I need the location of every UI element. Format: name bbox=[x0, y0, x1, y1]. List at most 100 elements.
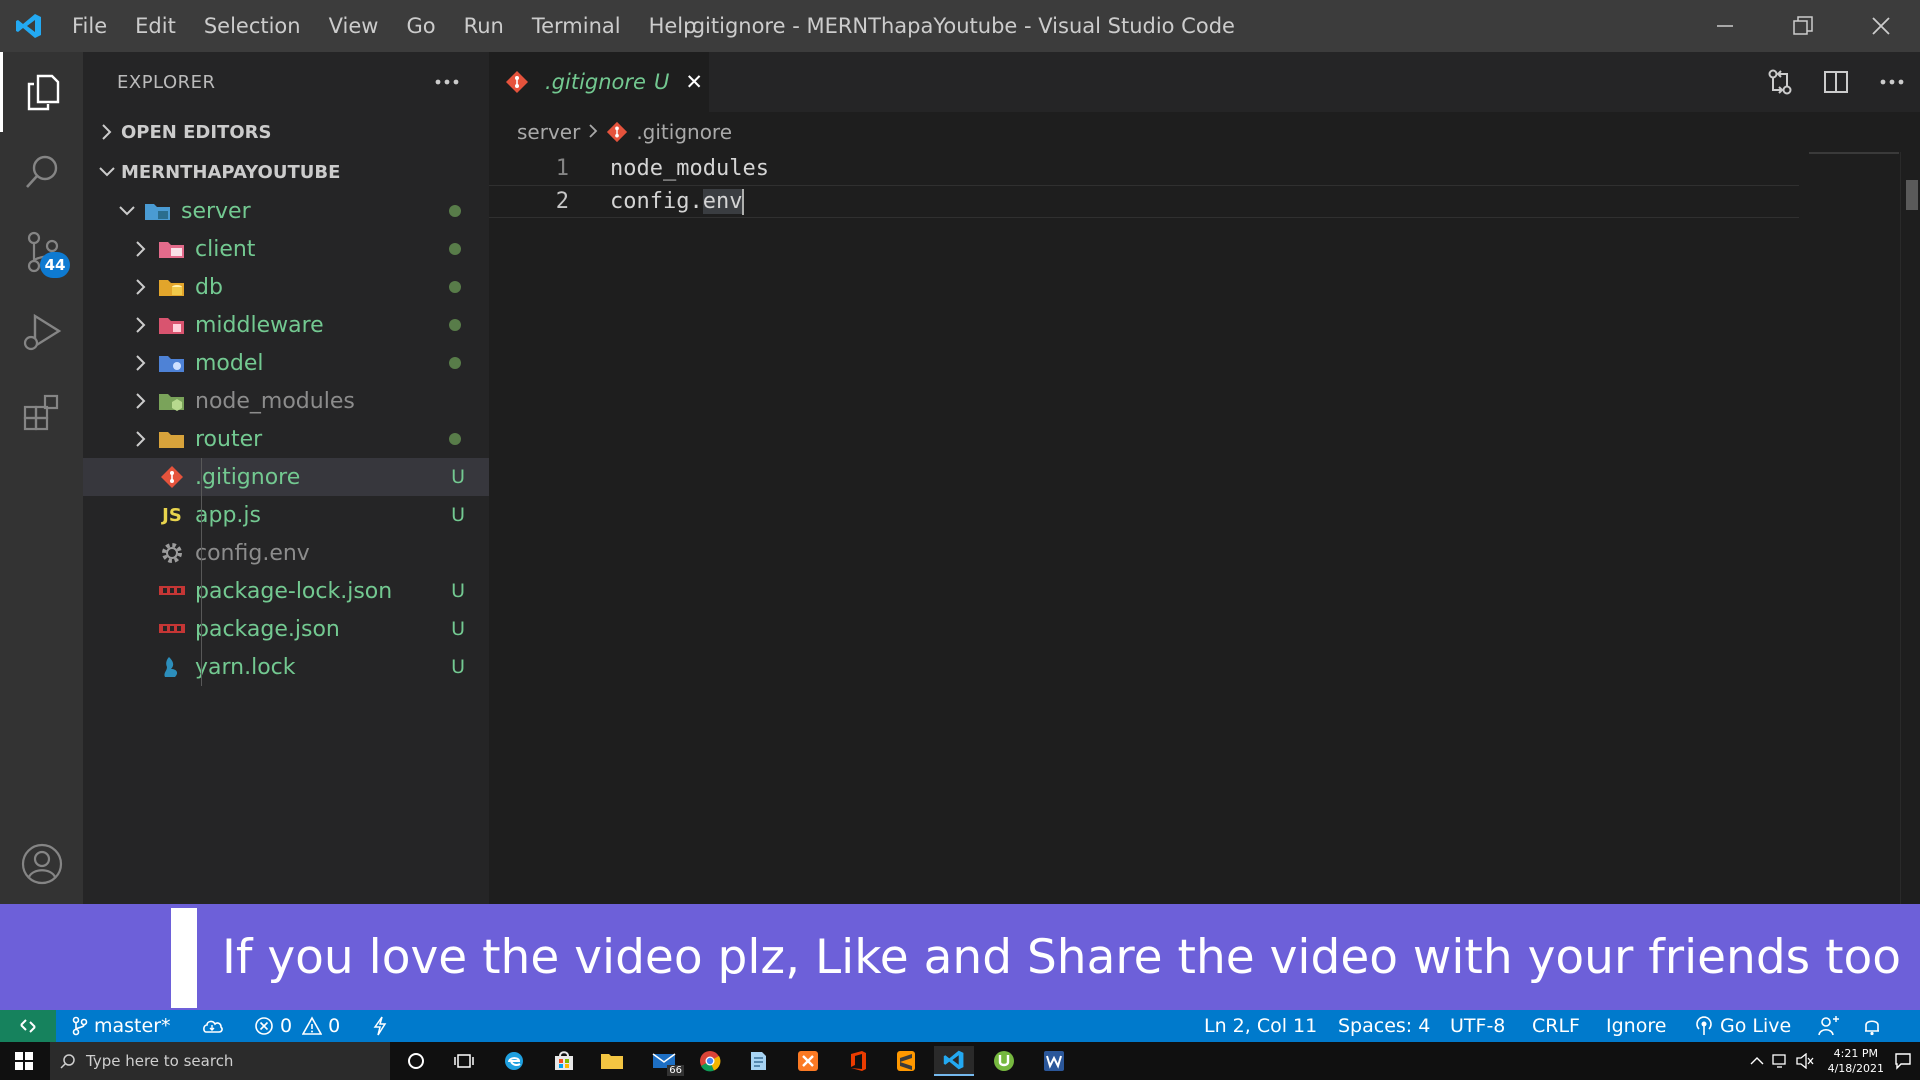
menu-go[interactable]: Go bbox=[392, 0, 449, 52]
tree-item-package-lock[interactable]: package-lock.json U bbox=[83, 572, 489, 610]
tree-item-yarn-lock[interactable]: yarn.lock U bbox=[83, 648, 489, 686]
action-center-icon[interactable] bbox=[1894, 1052, 1912, 1070]
git-file-icon bbox=[161, 466, 183, 488]
menu-help[interactable]: Help bbox=[635, 0, 711, 52]
more-actions-icon[interactable] bbox=[435, 79, 459, 85]
cortana-button[interactable] bbox=[396, 1046, 436, 1076]
taskbar-search-box[interactable]: Type here to search bbox=[50, 1042, 390, 1080]
open-changes-button[interactable] bbox=[1752, 52, 1808, 112]
tree-item-model[interactable]: model bbox=[83, 344, 489, 382]
breadcrumb-item-gitignore[interactable]: .gitignore bbox=[636, 120, 732, 144]
start-button[interactable] bbox=[0, 1042, 48, 1080]
speaker-muted-icon[interactable] bbox=[1795, 1053, 1814, 1069]
vertical-scrollbar[interactable] bbox=[1900, 152, 1920, 904]
language-mode[interactable]: Ignore bbox=[1606, 1010, 1666, 1042]
project-label: MERNTHAPAYOUTUBE bbox=[121, 161, 341, 183]
file-explorer-app[interactable] bbox=[592, 1046, 632, 1076]
run-debug-button[interactable] bbox=[0, 292, 83, 372]
tree-item-package-json[interactable]: package.json U bbox=[83, 610, 489, 648]
tree-item-router[interactable]: router bbox=[83, 420, 489, 458]
tree-item-node-modules[interactable]: node_modules bbox=[83, 382, 489, 420]
source-control-button[interactable]: 44 bbox=[0, 212, 83, 292]
tab-close-button[interactable]: ✕ bbox=[685, 70, 703, 94]
search-button[interactable] bbox=[0, 132, 83, 212]
project-section[interactable]: MERNTHAPAYOUTUBE bbox=[83, 152, 489, 192]
extensions-button[interactable] bbox=[0, 372, 83, 452]
menu-terminal[interactable]: Terminal bbox=[518, 0, 635, 52]
breadcrumb-item-server[interactable]: server bbox=[517, 120, 580, 144]
tree-item-db[interactable]: db bbox=[83, 268, 489, 306]
task-view-button[interactable] bbox=[444, 1046, 484, 1076]
minimize-button[interactable] bbox=[1686, 0, 1764, 52]
menu-selection[interactable]: Selection bbox=[190, 0, 315, 52]
code-line-current: 2 config.env bbox=[489, 185, 1799, 218]
tab-gitignore[interactable]: .gitignore U ✕ bbox=[489, 52, 709, 112]
account-button[interactable] bbox=[0, 824, 83, 904]
clock-date: 4/18/2021 bbox=[1827, 1062, 1884, 1075]
menu-edit[interactable]: Edit bbox=[121, 0, 190, 52]
file-encoding[interactable]: UTF-8 bbox=[1450, 1010, 1505, 1042]
tree-item-label: app.js bbox=[195, 502, 261, 528]
word-app[interactable] bbox=[1034, 1046, 1074, 1076]
split-editor-button[interactable] bbox=[1808, 52, 1864, 112]
menu-view[interactable]: View bbox=[315, 0, 393, 52]
close-window-button[interactable] bbox=[1842, 0, 1920, 52]
vscode-app[interactable] bbox=[934, 1046, 974, 1076]
source-control-badge: 44 bbox=[40, 252, 70, 278]
notifications-button[interactable] bbox=[1862, 1010, 1888, 1042]
remote-button[interactable] bbox=[0, 1010, 56, 1042]
git-status-untracked: U bbox=[451, 466, 465, 488]
breadcrumb: server .gitignore bbox=[489, 112, 1920, 152]
status-bar: master* 0 0 Ln 2, Col 11 Spaces: 4 UTF-8… bbox=[0, 1010, 1920, 1042]
person-feedback-icon bbox=[1818, 1016, 1839, 1036]
tree-item-gitignore[interactable]: .gitignore U bbox=[83, 458, 489, 496]
branch-indicator[interactable]: master* bbox=[72, 1010, 171, 1042]
lightning-icon bbox=[373, 1016, 387, 1036]
folder-icon bbox=[159, 432, 184, 448]
modified-dot bbox=[449, 319, 461, 331]
office-app[interactable] bbox=[838, 1046, 878, 1076]
folder-database-icon bbox=[159, 280, 184, 296]
explorer-button[interactable] bbox=[0, 52, 83, 132]
chevron-right-icon bbox=[589, 124, 598, 138]
cursor-position[interactable]: Ln 2, Col 11 bbox=[1204, 1010, 1317, 1042]
code-editor[interactable]: 1 node_modules 2 config.env bbox=[489, 152, 1920, 904]
mail-app[interactable]: 66 bbox=[644, 1046, 684, 1076]
menu-file[interactable]: File bbox=[58, 0, 121, 52]
end-of-line[interactable]: CRLF bbox=[1532, 1010, 1580, 1042]
chevron-right-icon bbox=[136, 241, 146, 257]
editor-more-actions-button[interactable] bbox=[1864, 52, 1920, 112]
tree-item-client[interactable]: client bbox=[83, 230, 489, 268]
store-app[interactable] bbox=[544, 1046, 584, 1076]
feedback-button[interactable] bbox=[1818, 1010, 1846, 1042]
code-text-selection: env bbox=[702, 188, 743, 214]
network-icon[interactable] bbox=[1771, 1053, 1790, 1069]
tree-item-middleware[interactable]: middleware bbox=[83, 306, 489, 344]
javascript-file-icon: JS bbox=[162, 504, 182, 526]
notepad-app[interactable] bbox=[738, 1046, 778, 1076]
modified-dot bbox=[449, 205, 461, 217]
indentation[interactable]: Spaces: 4 bbox=[1338, 1010, 1430, 1042]
tree-item-server[interactable]: server bbox=[83, 192, 489, 230]
restore-button[interactable] bbox=[1764, 0, 1842, 52]
warning-count: 0 bbox=[328, 1015, 341, 1037]
video-caption-banner: If you love the video plz, Like and Shar… bbox=[0, 904, 1920, 1010]
menu-run[interactable]: Run bbox=[450, 0, 518, 52]
problems-indicator[interactable]: 0 0 bbox=[254, 1010, 340, 1042]
xampp-app[interactable] bbox=[788, 1046, 828, 1076]
live-share-button[interactable] bbox=[372, 1010, 394, 1042]
tree-item-label: config.env bbox=[195, 540, 310, 566]
scrollbar-thumb[interactable] bbox=[1906, 180, 1918, 210]
open-editors-section[interactable]: OPEN EDITORS bbox=[83, 112, 489, 152]
line-number: 2 bbox=[555, 189, 569, 214]
go-live-button[interactable]: Go Live bbox=[1694, 1010, 1791, 1042]
tree-item-config-env[interactable]: config.env bbox=[83, 534, 489, 572]
tray-chevron-up-icon[interactable] bbox=[1750, 1056, 1764, 1066]
taskbar-clock[interactable]: 4:21 PM 4/18/2021 bbox=[1828, 1046, 1884, 1076]
chrome-app[interactable] bbox=[690, 1046, 730, 1076]
sublime-app[interactable] bbox=[886, 1046, 926, 1076]
edge-app[interactable] bbox=[494, 1046, 534, 1076]
sync-button[interactable] bbox=[200, 1010, 230, 1042]
tree-item-app-js[interactable]: JS app.js U bbox=[83, 496, 489, 534]
utorrent-app[interactable] bbox=[984, 1046, 1024, 1076]
